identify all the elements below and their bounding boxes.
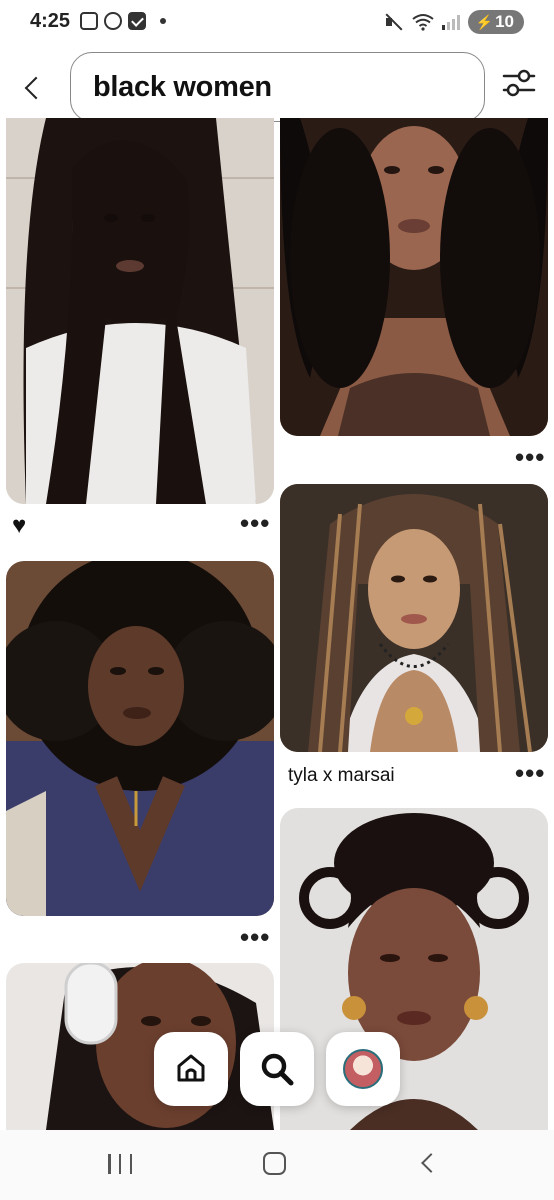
home-icon: [177, 1054, 205, 1082]
pin-image-6[interactable]: [280, 808, 548, 1130]
charging-bolt-icon: ⚡: [475, 13, 494, 30]
wifi-icon: [412, 14, 434, 31]
photo-portrait-braids: [280, 484, 548, 752]
pin-image-1[interactable]: [6, 118, 274, 504]
home-circle-icon[interactable]: [263, 1152, 286, 1175]
mute-icon: [384, 13, 404, 31]
profile-nav-button[interactable]: [326, 1032, 400, 1106]
search-icon: [261, 1053, 294, 1086]
check-icon: [128, 12, 146, 30]
status-time: 4:25: [30, 10, 71, 32]
more-options-button[interactable]: •••: [240, 510, 270, 536]
pin-image-5[interactable]: [6, 963, 274, 1130]
search-input[interactable]: black women: [70, 52, 485, 122]
heart-icon[interactable]: ♥: [12, 512, 26, 540]
search-query: black women: [93, 71, 272, 103]
sliders-icon[interactable]: [500, 66, 538, 100]
more-options-button[interactable]: •••: [515, 444, 545, 470]
pin-image-4[interactable]: [280, 484, 548, 752]
system-nav-bar: [0, 1130, 554, 1200]
more-options-button[interactable]: •••: [515, 760, 545, 786]
status-system-icons: ⚡ 10: [384, 10, 524, 34]
status-bar: 4:25 ⚡ 10: [0, 0, 554, 46]
pin-image-3[interactable]: [6, 561, 274, 916]
chevron-left-icon[interactable]: [18, 68, 50, 108]
screenshot-icon: [80, 12, 98, 30]
recent-apps-icon[interactable]: [108, 1154, 132, 1174]
pin-image-2[interactable]: [280, 118, 548, 436]
more-options-button[interactable]: •••: [240, 924, 270, 950]
photo-portrait-long-hair: [6, 118, 274, 504]
photo-portrait-updo: [280, 808, 548, 1130]
photo-portrait-afro-curls: [6, 561, 274, 916]
battery-level: 10: [495, 12, 514, 31]
status-notification-icons: [80, 12, 166, 30]
face-id-icon: [104, 12, 122, 30]
signal-icon: [441, 14, 460, 30]
photo-portrait-curly-hair: [280, 118, 548, 436]
notification-dot-icon: [160, 18, 166, 24]
pin-title[interactable]: tyla x marsai: [288, 765, 395, 787]
back-icon[interactable]: [421, 1153, 441, 1173]
profile-avatar: [343, 1049, 383, 1089]
battery-charging-icon: ⚡ 10: [467, 10, 524, 34]
photo-portrait-headphones: [6, 963, 274, 1130]
search-nav-button[interactable]: [240, 1032, 314, 1106]
home-nav-button[interactable]: [154, 1032, 228, 1106]
